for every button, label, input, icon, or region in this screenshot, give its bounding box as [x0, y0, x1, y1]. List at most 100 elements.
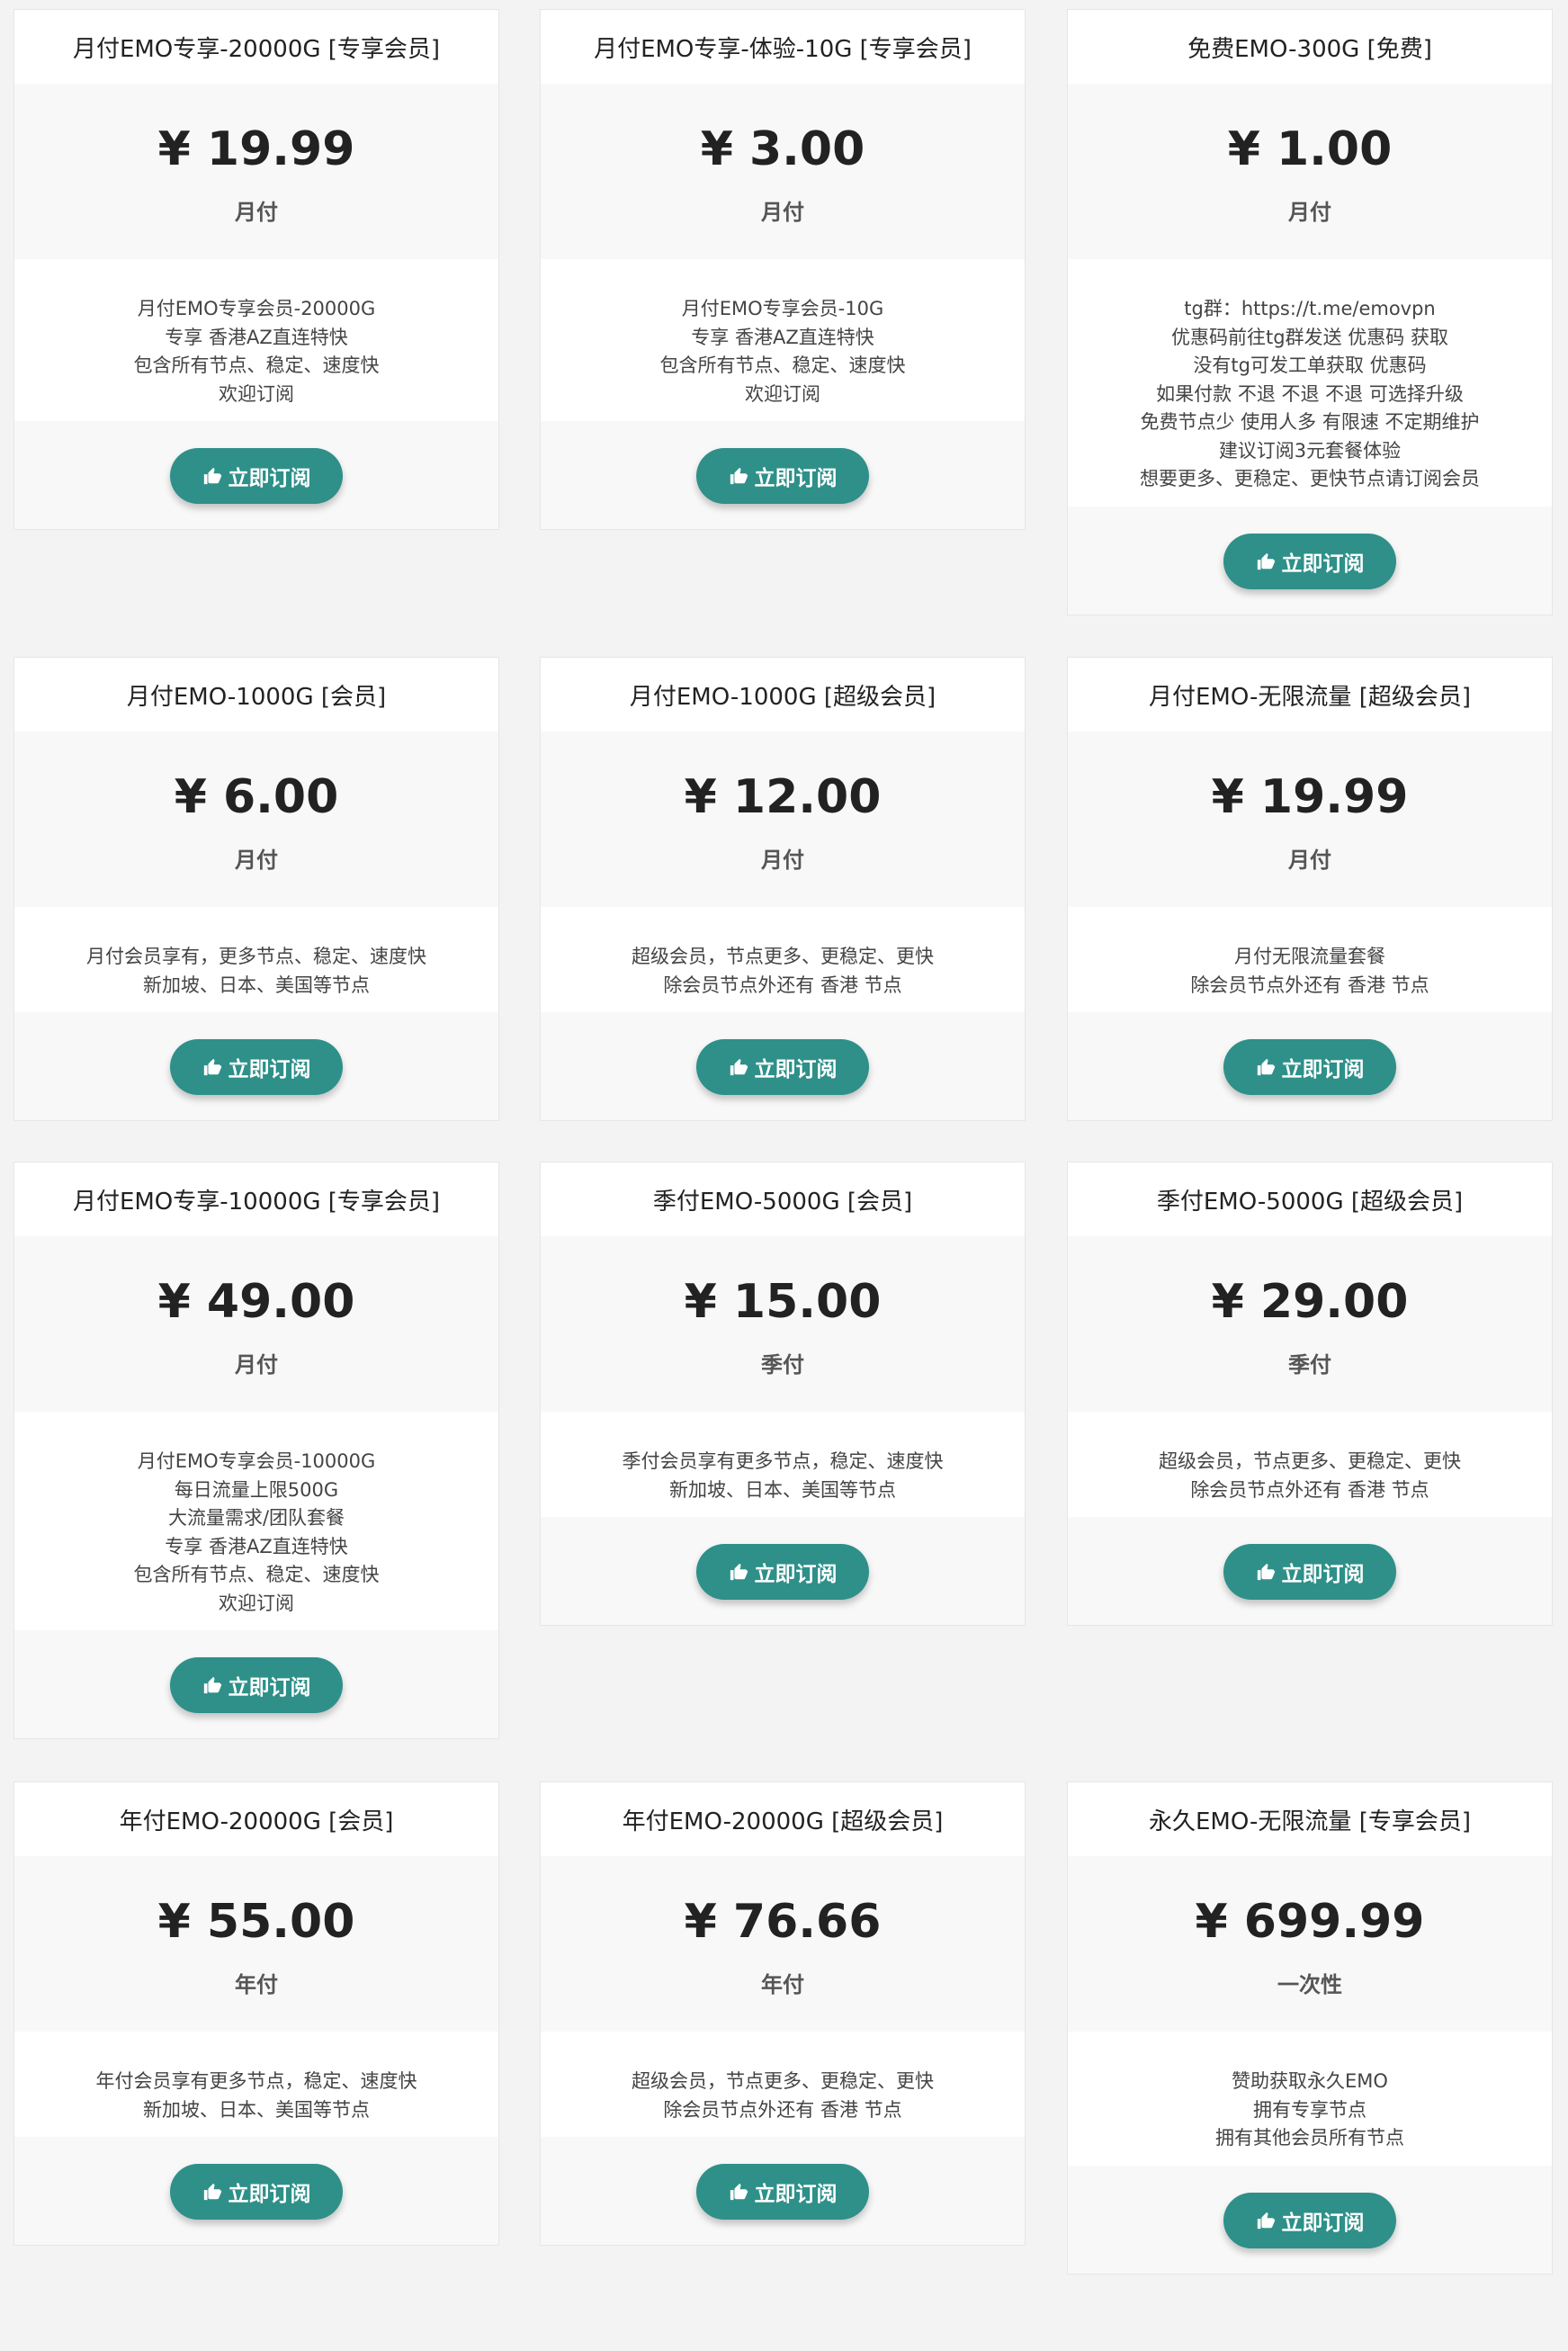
description-line: 除会员节点外还有 香港 节点: [1190, 974, 1429, 996]
description-line: 月付无限流量套餐: [1234, 946, 1385, 967]
description-line: 欢迎订阅: [219, 1592, 294, 1614]
plan-card: 月付EMO专享-体验-10G [专享会员] ¥ 3.00 月付 月付EMO专享会员-1…: [540, 9, 1026, 530]
subscribe-button[interactable]: 立即订阅: [1223, 1544, 1396, 1600]
plan-description: 赞助获取永久EMO 拥有专享节点 拥有其他会员所有节点: [1068, 2032, 1552, 2166]
description-line: 专享 香港AZ直连特快: [165, 1535, 348, 1557]
description-line: 月付EMO专享会员-10G: [681, 298, 884, 319]
billing-period: 月付: [235, 847, 278, 873]
plan-title: 月付EMO-1000G [会员]: [14, 658, 498, 731]
price-block: ¥ 76.66 年付: [541, 1856, 1025, 2032]
plan-price: ¥ 76.66: [684, 1895, 882, 1950]
plan-title: 月付EMO-无限流量 [超级会员]: [1068, 658, 1552, 731]
plan-card: 年付EMO-20000G [超级会员] ¥ 76.66 年付 超级会员，节点更多、更稳…: [540, 1781, 1026, 2246]
plan-grid: 月付EMO专享-20000G [专享会员] ¥ 19.99 月付 月付EMO专享会员-…: [0, 0, 1568, 2351]
description-line: 如果付款 不退 不退 不退 可选择升级: [1156, 382, 1464, 405]
description-line: 包含所有节点、稳定、速度快: [133, 354, 380, 376]
subscribe-button[interactable]: 立即订阅: [1223, 533, 1396, 589]
description-line: 优惠码前往tg群发送 优惠码 获取: [1171, 326, 1448, 348]
billing-period: 年付: [235, 1971, 278, 1997]
subscribe-label: 立即订阅: [228, 1058, 311, 1081]
plan-description: 超级会员，节点更多、更稳定、更快 除会员节点外还有 香港 节点: [1068, 1412, 1552, 1517]
subscribe-button[interactable]: 立即订阅: [1223, 2192, 1396, 2248]
thumbs-up-icon: [730, 2183, 748, 2201]
plan-title: 月付EMO专享-10000G [专享会员]: [14, 1162, 498, 1236]
subscribe-label: 立即订阅: [228, 467, 311, 490]
price-block: ¥ 6.00 月付: [14, 731, 498, 907]
plan-price: ¥ 29.00: [1211, 1275, 1409, 1330]
billing-period: 季付: [1288, 1351, 1331, 1377]
thumbs-up-icon: [730, 1058, 748, 1076]
price-block: ¥ 12.00 月付: [541, 731, 1025, 907]
description-line: 专享 香港AZ直连特快: [691, 326, 874, 348]
description-line: 新加坡、日本、美国等节点: [143, 974, 370, 996]
price-block: ¥ 55.00 年付: [14, 1856, 498, 2032]
description-line: 欢迎订阅: [745, 382, 820, 405]
description-line: 没有tg可发工单获取 优惠码: [1193, 354, 1427, 376]
plan-title: 季付EMO-5000G [会员]: [541, 1162, 1025, 1236]
subscribe-label: 立即订阅: [754, 2183, 838, 2206]
thumbs-up-icon: [203, 1676, 221, 1694]
description-line: 月付EMO专享会员-20000G: [137, 298, 376, 319]
card-footer: 立即订阅: [14, 1630, 498, 1738]
thumbs-up-icon: [1257, 1058, 1275, 1076]
description-line: 除会员节点外还有 香港 节点: [663, 974, 902, 996]
thumbs-up-icon: [730, 1563, 748, 1581]
plan-card: 月付EMO-1000G [超级会员] ¥ 12.00 月付 超级会员，节点更多、更稳定…: [540, 657, 1026, 1121]
price-block: ¥ 29.00 季付: [1068, 1236, 1552, 1412]
subscribe-button[interactable]: 立即订阅: [696, 2164, 869, 2220]
plan-description: 超级会员，节点更多、更稳定、更快 除会员节点外还有 香港 节点: [541, 2032, 1025, 2137]
plan-description: 月付EMO专享会员-10G 专享 香港AZ直连特快包含所有节点、稳定、速度快 欢迎订…: [541, 259, 1025, 421]
thumbs-up-icon: [1257, 552, 1275, 570]
description-line: 包含所有节点、稳定、速度快: [659, 354, 906, 376]
billing-period: 月付: [1288, 199, 1331, 225]
subscribe-label: 立即订阅: [1281, 2211, 1365, 2235]
plan-price: ¥ 6.00: [174, 770, 339, 825]
description-line: 免费节点少 使用人多 有限速 不定期维护: [1140, 411, 1480, 433]
description-line: 大流量需求/团队套餐: [167, 1507, 345, 1529]
description-line: 包含所有节点、稳定、速度快: [133, 1564, 380, 1585]
subscribe-button[interactable]: 立即订阅: [170, 2164, 343, 2220]
card-footer: 立即订阅: [1068, 506, 1552, 615]
card-footer: 立即订阅: [1068, 2165, 1552, 2274]
plan-title: 年付EMO-20000G [会员]: [14, 1782, 498, 1856]
plan-description: 超级会员，节点更多、更稳定、更快 除会员节点外还有 香港 节点: [541, 907, 1025, 1012]
plan-description: 月付会员享有，更多节点、稳定、速度快 新加坡、日本、美国等节点: [14, 907, 498, 1012]
plan-title: 免费EMO-300G [免费]: [1068, 10, 1552, 84]
subscribe-button[interactable]: 立即订阅: [170, 1039, 343, 1095]
plan-card: 季付EMO-5000G [会员] ¥ 15.00 季付 季付会员享有更多节点，稳定、速…: [540, 1162, 1026, 1626]
price-block: ¥ 3.00 月付: [541, 84, 1025, 259]
subscribe-button[interactable]: 立即订阅: [696, 448, 869, 504]
plan-price: ¥ 699.99: [1195, 1895, 1425, 1950]
billing-period: 月付: [235, 1351, 278, 1377]
plan-card: 月付EMO专享-20000G [专享会员] ¥ 19.99 月付 月付EMO专享会员-…: [13, 9, 499, 530]
price-block: ¥ 49.00 月付: [14, 1236, 498, 1412]
subscribe-button[interactable]: 立即订阅: [170, 1657, 343, 1713]
description-line: 建议订阅3元套餐体验: [1218, 439, 1402, 462]
plan-title: 永久EMO-无限流量 [专享会员]: [1068, 1782, 1552, 1856]
billing-period: 月付: [235, 199, 278, 225]
description-line: 拥有专享节点: [1253, 2098, 1366, 2121]
billing-period: 季付: [761, 1351, 804, 1377]
description-line: 超级会员，节点更多、更稳定、更快: [632, 946, 934, 967]
subscribe-button[interactable]: 立即订阅: [1223, 1039, 1396, 1095]
thumbs-up-icon: [1257, 2212, 1275, 2229]
subscribe-label: 立即订阅: [754, 467, 838, 490]
price-block: ¥ 1.00 月付: [1068, 84, 1552, 259]
card-footer: 立即订阅: [541, 1012, 1025, 1120]
plan-card: 月付EMO-1000G [会员] ¥ 6.00 月付月付会员享有，更多节点、稳定、速…: [13, 657, 499, 1121]
thumbs-up-icon: [203, 1058, 221, 1076]
plan-title: 月付EMO-1000G [超级会员]: [541, 658, 1025, 731]
subscribe-label: 立即订阅: [1281, 1563, 1365, 1586]
description-line: 赞助获取永久EMO: [1232, 2070, 1388, 2092]
description-line: 超级会员，节点更多、更稳定、更快: [632, 2070, 934, 2092]
subscribe-label: 立即订阅: [1281, 1058, 1365, 1081]
plan-description: 年付会员享有更多节点，稳定、速度快 新加坡、日本、美国等节点: [14, 2032, 498, 2137]
subscribe-button[interactable]: 立即订阅: [696, 1544, 869, 1600]
subscribe-button[interactable]: 立即订阅: [170, 448, 343, 504]
card-footer: 立即订阅: [541, 421, 1025, 529]
plan-card: 年付EMO-20000G [会员] ¥ 55.00 年付 年付会员享有更多节点，稳定、…: [13, 1781, 499, 2246]
subscribe-button[interactable]: 立即订阅: [696, 1039, 869, 1095]
plan-price: ¥ 49.00: [157, 1275, 355, 1330]
description-line: 除会员节点外还有 香港 节点: [663, 2098, 902, 2121]
plan-price: ¥ 3.00: [700, 122, 865, 177]
